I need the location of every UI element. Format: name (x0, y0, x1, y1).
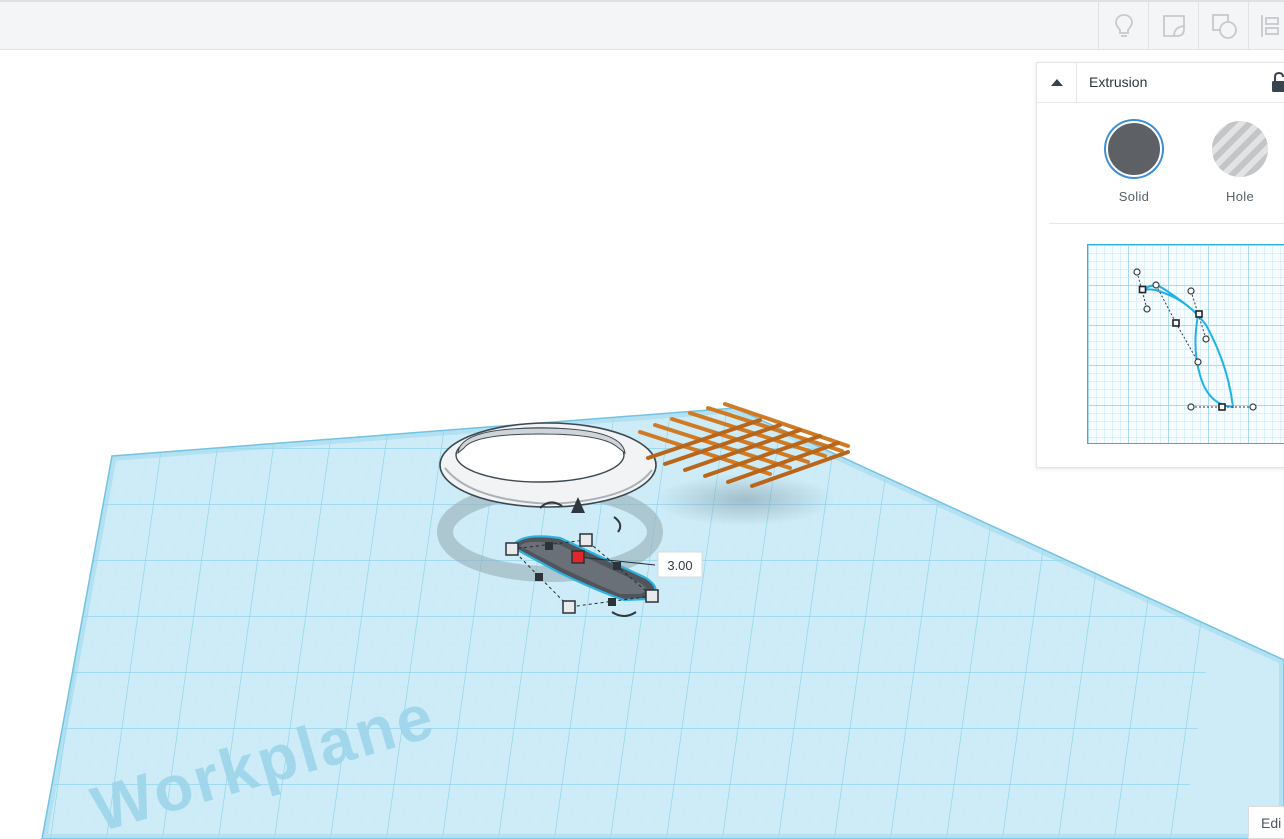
edge-handle[interactable] (608, 598, 616, 606)
curve-point[interactable] (1195, 310, 1203, 318)
corner-handle[interactable] (579, 533, 593, 547)
extrusion-profile-editor[interactable] (1087, 244, 1284, 444)
corner-handle[interactable] (645, 589, 659, 603)
corner-handle[interactable] (505, 542, 519, 556)
hole-option[interactable]: Hole (1210, 121, 1270, 204)
lock-icon (1272, 71, 1284, 92)
solid-option[interactable]: Solid (1104, 121, 1164, 204)
shape-group-icon (1211, 14, 1237, 39)
height-readout[interactable]: 3.00 (657, 551, 703, 578)
toolbar-tool-group (1098, 2, 1284, 50)
caret-up-icon (1050, 79, 1063, 86)
edge-handle[interactable] (613, 562, 621, 570)
edge-handle[interactable] (545, 542, 553, 550)
edit-grid-tab[interactable]: Edi (1248, 806, 1284, 839)
height-readout-value: 3.00 (667, 558, 692, 573)
note-icon (1162, 15, 1185, 37)
lock-button[interactable] (1269, 71, 1284, 95)
lightbulb-icon (1114, 14, 1133, 37)
align-icon (1261, 15, 1279, 37)
profile-curve[interactable] (1088, 245, 1284, 444)
shape-inspector-panel: Extrusion Solid Hole (1036, 62, 1284, 468)
edge-handle[interactable] (535, 573, 543, 581)
group-shapes-button[interactable] (1198, 2, 1248, 50)
align-button[interactable] (1248, 2, 1284, 50)
lightbulb-button[interactable] (1098, 2, 1148, 50)
hole-swatch[interactable] (1212, 121, 1268, 177)
ring-shape[interactable] (439, 422, 657, 508)
note-button[interactable] (1148, 2, 1198, 50)
solid-swatch[interactable] (1106, 121, 1162, 177)
mesh-shadow (655, 474, 835, 526)
solid-label: Solid (1118, 189, 1150, 204)
hole-label: Hole (1226, 189, 1254, 204)
curve-point[interactable] (1172, 319, 1180, 327)
corner-handle[interactable] (562, 600, 576, 614)
collapse-button[interactable] (1037, 63, 1077, 103)
height-handle[interactable] (571, 550, 585, 564)
inspector-header: Extrusion (1037, 63, 1284, 103)
curve-point[interactable] (1218, 403, 1226, 411)
inspector-divider (1049, 223, 1284, 224)
curve-point[interactable] (1138, 285, 1147, 294)
inspector-title: Extrusion (1089, 74, 1148, 90)
top-toolbar (0, 0, 1284, 50)
